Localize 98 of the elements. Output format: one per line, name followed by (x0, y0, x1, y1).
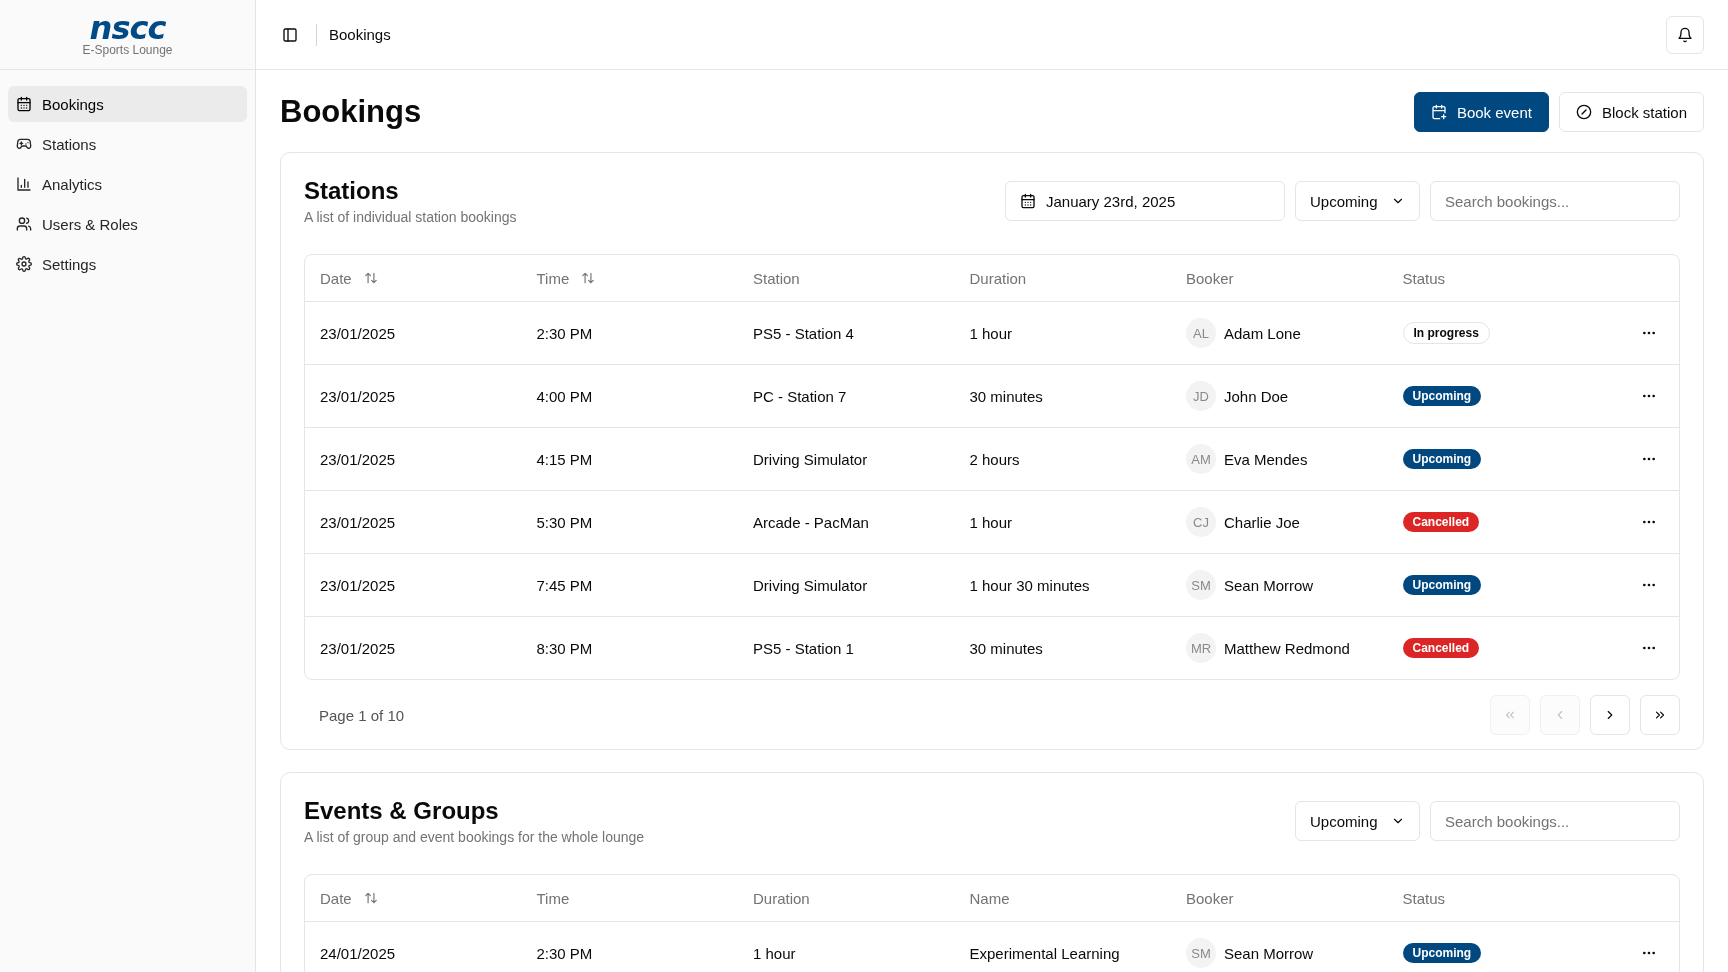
status-badge: In progress (1402, 322, 1490, 344)
gamepad-icon (16, 136, 32, 152)
table-cell: 2 hours (969, 450, 1020, 468)
calendar-plus-icon (1430, 104, 1447, 120)
calendar-icon (16, 96, 32, 112)
calendar-icon (1020, 193, 1036, 209)
booker-name: Matthew Redmond (1224, 639, 1350, 657)
status-dropdown[interactable]: Upcoming (1295, 181, 1420, 221)
block-station-button[interactable]: Block station (1558, 92, 1704, 132)
table-cell: 8:30 PM (536, 639, 593, 657)
table-cell: 23/01/2025 (320, 513, 396, 531)
table-cell: PS5 - Station 1 (753, 639, 854, 657)
column-header: Duration (753, 889, 810, 907)
sort-icon (363, 891, 378, 905)
logo: nscc (89, 12, 166, 43)
blocked-icon (1575, 104, 1592, 120)
double-chevron-left-icon (1503, 708, 1517, 722)
section-title: Stations (304, 177, 400, 205)
settings-icon (16, 256, 32, 272)
status-badge: Cancelled (1402, 512, 1480, 532)
column-header: Booker (1186, 269, 1234, 287)
avatar: AM (1186, 444, 1216, 474)
section-title: Events & Groups (304, 797, 500, 825)
table-cell: Experimental Learning (969, 944, 1120, 962)
booker-name: Adam Lone (1224, 324, 1301, 342)
column-header: Time (536, 889, 570, 907)
section-subtitle: A list of individual station bookings (304, 209, 517, 225)
table-cell: 1 hour 30 minutes (969, 576, 1090, 594)
column-header[interactable]: Date (320, 889, 378, 907)
table-cell: 4:15 PM (536, 450, 593, 468)
column-header: Status (1402, 889, 1446, 907)
page-indicator: Page 1 of 10 (319, 706, 405, 724)
search-field[interactable]: Search bookings... (1430, 801, 1680, 841)
search-field[interactable]: Search bookings... (1430, 181, 1680, 221)
bar-chart-icon (16, 176, 32, 192)
booker-name: John Doe (1224, 387, 1289, 405)
sidebar-item[interactable]: Stations (8, 126, 247, 162)
status-badge: Upcoming (1402, 386, 1482, 406)
table-cell: Driving Simulator (753, 450, 868, 468)
booker-name: Sean Morrow (1224, 944, 1314, 962)
booker-name: Sean Morrow (1224, 576, 1314, 594)
breadcrumb: Bookings (329, 26, 391, 43)
column-header: Status (1402, 269, 1446, 287)
table-cell: 23/01/2025 (320, 324, 396, 342)
table-cell: 1 hour (969, 324, 1013, 342)
table-cell: Arcade - PacMan (753, 513, 869, 531)
table-cell: 1 hour (969, 513, 1013, 531)
avatar: SM (1186, 938, 1216, 968)
table-cell: 23/01/2025 (320, 576, 396, 594)
status-dropdown[interactable]: Upcoming (1295, 801, 1420, 841)
logo-subtitle: E-Sports Lounge (82, 42, 173, 57)
sort-icon (581, 271, 596, 285)
table-cell: 2:30 PM (536, 324, 593, 342)
table-cell: 30 minutes (969, 387, 1043, 405)
sidebar-item[interactable]: Bookings (8, 86, 247, 122)
section-subtitle: A list of group and event bookings for the whole lounge (304, 829, 645, 845)
table-cell: 1 hour (753, 944, 796, 962)
double-chevron-right-icon (1653, 708, 1667, 722)
table-cell: PS5 - Station 4 (753, 324, 854, 342)
bell-icon (1677, 26, 1693, 43)
table-cell: 23/01/2025 (320, 639, 396, 657)
table-cell: 2:30 PM (536, 944, 593, 962)
column-header: Name (969, 889, 1010, 907)
status-badge: Upcoming (1402, 449, 1482, 469)
table-cell: 23/01/2025 (320, 450, 396, 468)
notifications-button[interactable] (1666, 15, 1704, 54)
table-cell: 7:45 PM (536, 576, 593, 594)
column-header: Duration (969, 269, 1027, 287)
table-cell: 30 minutes (969, 639, 1043, 657)
page-title: Bookings (280, 94, 422, 130)
book-event-button[interactable]: Book event (1413, 92, 1549, 132)
date-picker[interactable]: January 23rd, 2025 (1005, 181, 1285, 221)
table-cell: Driving Simulator (753, 576, 868, 594)
sidebar-icon (282, 26, 298, 43)
status-badge: Upcoming (1402, 943, 1482, 963)
status-badge: Upcoming (1402, 575, 1482, 595)
column-header[interactable]: Date (320, 269, 378, 287)
sidebar-item[interactable]: Users & Roles (8, 206, 247, 242)
status-badge: Cancelled (1402, 638, 1480, 658)
avatar: AL (1186, 318, 1216, 348)
booker-name: Eva Mendes (1224, 450, 1308, 468)
sidebar-item[interactable]: Settings (8, 246, 247, 282)
column-header: Station (753, 269, 800, 287)
column-header[interactable]: Time (536, 269, 596, 287)
table-cell: 5:30 PM (536, 513, 593, 531)
table-cell: 23/01/2025 (320, 387, 396, 405)
users-icon (16, 216, 32, 232)
table-cell: PC - Station 7 (753, 387, 847, 405)
avatar: MR (1186, 633, 1216, 663)
table-cell: 24/01/2025 (320, 944, 396, 962)
sidebar-item[interactable]: Analytics (8, 166, 247, 202)
column-header: Booker (1186, 889, 1234, 907)
avatar: SM (1186, 570, 1216, 600)
table-cell: 4:00 PM (536, 387, 593, 405)
sort-icon (363, 271, 378, 285)
avatar: CJ (1186, 507, 1216, 537)
booker-name: Charlie Joe (1224, 513, 1300, 531)
avatar: JD (1186, 381, 1216, 411)
